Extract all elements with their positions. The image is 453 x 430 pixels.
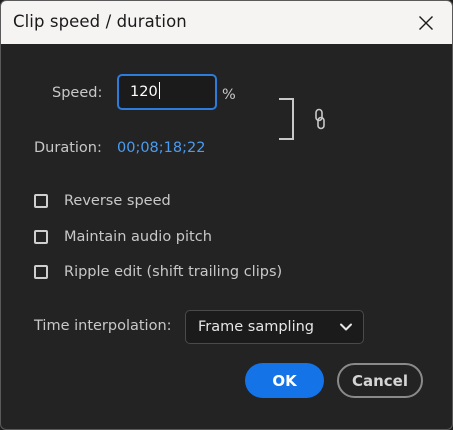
dialog-title: Clip speed / duration <box>13 12 187 31</box>
maintain-audio-pitch-checkbox[interactable] <box>34 230 48 244</box>
clip-speed-dialog: Clip speed / duration Speed: 120 % Durat… <box>0 0 453 430</box>
reverse-speed-label: Reverse speed <box>64 193 171 209</box>
speed-input[interactable]: 120 <box>117 74 217 110</box>
time-interpolation-label: Time interpolation: <box>34 318 172 334</box>
link-bracket <box>279 98 294 140</box>
maintain-audio-pitch-option[interactable]: Maintain audio pitch <box>34 229 212 245</box>
close-icon <box>419 16 433 30</box>
maintain-audio-pitch-label: Maintain audio pitch <box>64 229 212 245</box>
chevron-down-icon <box>340 323 352 331</box>
close-button[interactable] <box>410 7 442 39</box>
reverse-speed-option[interactable]: Reverse speed <box>34 193 171 209</box>
duration-label: Duration: <box>34 140 102 156</box>
ripple-edit-option[interactable]: Ripple edit (shift trailing clips) <box>34 264 282 280</box>
speed-label: Speed: <box>52 85 103 101</box>
text-caret <box>158 82 160 99</box>
cancel-button[interactable]: Cancel <box>337 363 423 398</box>
ripple-edit-checkbox[interactable] <box>34 265 48 279</box>
time-interpolation-value: Frame sampling <box>198 319 315 335</box>
reverse-speed-checkbox[interactable] <box>34 194 48 208</box>
duration-value[interactable]: 00;08;18;22 <box>117 140 205 156</box>
ripple-edit-label: Ripple edit (shift trailing clips) <box>64 264 283 280</box>
title-bar: Clip speed / duration <box>1 1 452 44</box>
chain-link-icon[interactable] <box>313 108 327 130</box>
time-interpolation-select[interactable]: Frame sampling <box>185 310 364 344</box>
speed-value: 120 <box>130 84 158 100</box>
speed-unit: % <box>222 87 236 103</box>
ok-button[interactable]: OK <box>245 363 324 398</box>
